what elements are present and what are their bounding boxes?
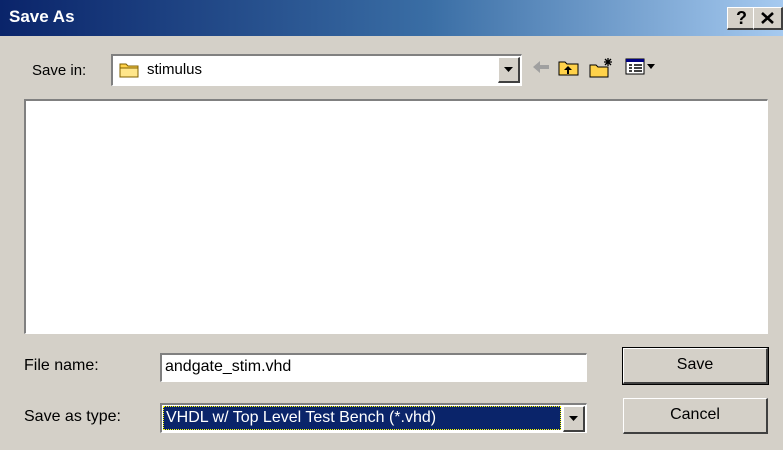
view-menu-icon[interactable]: [625, 57, 657, 77]
save-in-dropdown[interactable]: stimulus: [111, 54, 522, 86]
title-bar[interactable]: Save As ?: [0, 0, 783, 36]
save-in-value: stimulus: [147, 61, 203, 78]
file-name-input[interactable]: andgate_stim.vhd: [160, 353, 587, 382]
save-as-type-value: VHDL w/ Top Level Test Bench (*.vhd): [163, 406, 561, 430]
folder-icon: [119, 63, 139, 78]
save-as-type-label: Save as type:: [24, 408, 121, 425]
back-arrow-icon[interactable]: [530, 57, 552, 77]
chevron-down-icon: [569, 416, 578, 421]
save-as-dialog: Save As ? Save in: stimulus File name: a…: [0, 0, 783, 450]
save-as-type-dropdown[interactable]: VHDL w/ Top Level Test Bench (*.vhd): [160, 403, 587, 433]
cancel-button[interactable]: Cancel: [623, 398, 768, 434]
create-new-folder-icon[interactable]: [588, 57, 614, 79]
save-button[interactable]: Save: [622, 347, 769, 385]
window-title: Save As: [9, 7, 75, 26]
close-icon: [761, 12, 774, 24]
save-as-type-dropdown-button[interactable]: [563, 406, 585, 432]
save-in-label: Save in:: [32, 62, 87, 79]
close-button[interactable]: [753, 7, 783, 30]
up-one-level-icon[interactable]: [557, 57, 581, 77]
save-in-dropdown-button[interactable]: [498, 57, 520, 83]
file-list[interactable]: [24, 99, 768, 334]
file-name-label: File name:: [24, 357, 99, 374]
chevron-down-icon: [504, 67, 513, 72]
